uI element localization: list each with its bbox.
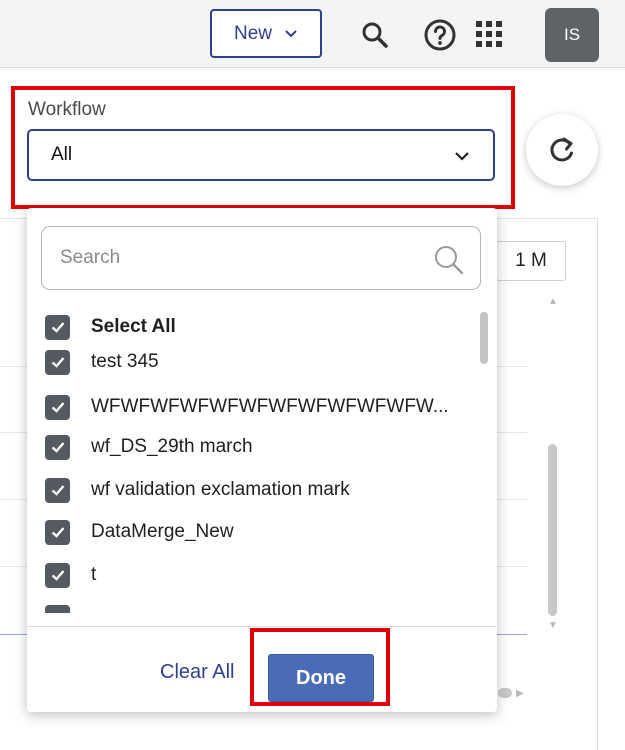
refresh-icon: [550, 137, 573, 162]
option-label: wf_DS_29th march: [91, 436, 253, 457]
option-label: DataMerge_New: [91, 521, 234, 542]
row-divider: [497, 499, 527, 500]
option-item-partial[interactable]: [45, 602, 91, 613]
highlight-box-done: [250, 628, 390, 706]
highlight-box-workflow: [11, 86, 515, 209]
clear-all-button[interactable]: Clear All: [160, 661, 234, 684]
option-item[interactable]: test 345: [45, 347, 159, 377]
vertical-scrollbar[interactable]: [548, 444, 557, 616]
row-divider: [497, 566, 527, 567]
option-select-all[interactable]: Select All: [45, 312, 176, 342]
apps-grid-icon[interactable]: [473, 18, 505, 50]
dropdown-scrollbar[interactable]: [480, 312, 488, 364]
row-divider: [497, 432, 527, 433]
option-label: Select All: [91, 316, 176, 337]
checkbox-checked-icon[interactable]: [45, 519, 70, 545]
checkbox-checked-icon[interactable]: [45, 349, 70, 375]
search-icon: [435, 246, 464, 275]
scroll-down-icon[interactable]: ▼: [548, 620, 558, 631]
search-input[interactable]: [60, 247, 420, 269]
row-divider: [0, 566, 27, 567]
checkbox-checked-icon[interactable]: [45, 604, 70, 613]
help-icon[interactable]: [421, 16, 459, 54]
avatar-initials: IS: [563, 25, 581, 44]
option-label: WFWFWFWFWFWFWFWFWFWFWFW...: [91, 396, 449, 417]
new-button-label: New: [233, 22, 272, 44]
option-label: t: [91, 564, 97, 585]
option-item[interactable]: t: [45, 560, 96, 590]
option-item[interactable]: wf_DS_29th march: [45, 432, 253, 462]
new-button[interactable]: New: [210, 9, 322, 58]
checkbox-checked-icon[interactable]: [45, 477, 70, 503]
search-icon[interactable]: [358, 18, 392, 52]
row-divider: [0, 432, 27, 433]
row-divider: [497, 366, 527, 367]
scroll-right-icon[interactable]: ▶: [516, 688, 524, 699]
chevron-down-icon: [285, 29, 297, 37]
checkbox-checked-icon[interactable]: [45, 434, 70, 460]
checkbox-checked-icon[interactable]: [45, 562, 70, 588]
scroll-up-icon[interactable]: ▲: [548, 296, 558, 307]
top-header: New IS: [0, 0, 625, 68]
avatar[interactable]: IS: [545, 8, 599, 62]
option-item[interactable]: DataMerge_New: [45, 517, 234, 547]
checkbox-checked-icon[interactable]: [45, 314, 70, 340]
option-item[interactable]: WFWFWFWFWFWFWFWFWFWFWFW...: [45, 392, 449, 422]
option-label: wf validation exclamation mark: [91, 479, 350, 500]
range-1m-button[interactable]: 1 M: [496, 241, 566, 281]
search-field[interactable]: [41, 226, 481, 290]
option-item[interactable]: wf validation exclamation mark: [45, 475, 350, 505]
option-label: test 345: [91, 351, 159, 372]
row-divider: [0, 499, 27, 500]
checkbox-checked-icon[interactable]: [45, 394, 70, 420]
workflow-option-list: Select All test 345 WFWFWFWFWFWFWFWFWFWF…: [45, 308, 475, 613]
row-divider: [0, 366, 27, 367]
refresh-button[interactable]: [526, 114, 598, 186]
horizontal-scrollbar[interactable]: [498, 688, 512, 698]
